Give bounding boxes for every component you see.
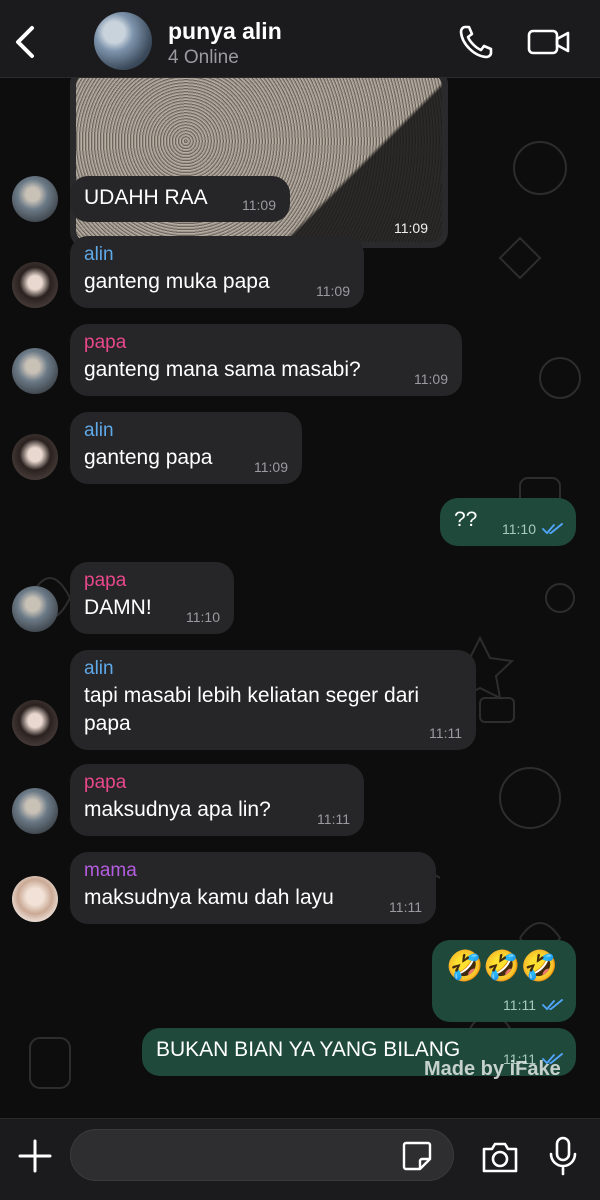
message-bubble[interactable]: alin ganteng papa 11:09 [70,412,302,484]
message-input[interactable] [70,1129,454,1181]
sender-name[interactable]: alin [84,244,350,266]
group-avatar[interactable] [94,12,152,70]
message-time: 11:09 [254,459,288,475]
double-check-icon [542,523,563,535]
chat-header: punya alin 4 Online [0,0,600,78]
sender-name[interactable]: mama [84,860,422,882]
sender-avatar[interactable] [12,262,58,308]
video-call-icon[interactable] [526,22,572,62]
sender-avatar[interactable] [12,434,58,480]
sender-avatar[interactable] [12,586,58,632]
message-bubble-outgoing[interactable]: ?? 11:10 [440,498,576,546]
message-time: 11:10 [502,521,536,537]
message-bubble[interactable]: papa ganteng mana sama masabi? 11:09 [70,324,462,396]
sender-avatar[interactable] [12,788,58,834]
chat-area[interactable]: 11:09 UDAHH RAA 11:09 alin ganteng muka … [0,78,600,1118]
message-bubble[interactable]: papa DAMN! 11:10 [70,562,234,634]
back-chevron-icon[interactable] [10,22,44,62]
image-message[interactable]: 11:09 [70,78,448,248]
message-bubble-outgoing[interactable]: 🤣🤣🤣 11:11 [432,940,576,1022]
message-text: maksudnya apa lin? [84,798,271,821]
sender-name[interactable]: alin [84,420,288,442]
message-time: 11:09 [394,220,428,236]
message-text: 🤣🤣🤣 [446,950,559,983]
sender-avatar[interactable] [12,348,58,394]
chat-title[interactable]: punya alin [168,18,282,45]
message-time: 11:11 [389,899,422,915]
camera-icon[interactable] [480,1139,520,1175]
sender-name[interactable]: papa [84,772,350,794]
message-bubble[interactable]: UDAHH RAA 11:09 [70,176,290,222]
message-text: ganteng muka papa [84,270,270,293]
microphone-icon[interactable] [546,1135,580,1177]
sender-name[interactable]: papa [84,570,220,592]
composer-bar [0,1118,600,1200]
sender-avatar[interactable] [12,876,58,922]
message-bubble[interactable]: alin ganteng muka papa 11:09 [70,236,364,308]
watermark: Made by iFake [424,1058,561,1080]
message-text: tapi masabi lebih keliatan seger dari pa… [84,684,420,735]
sender-name[interactable]: alin [84,658,462,680]
message-bubble[interactable]: papa maksudnya apa lin? 11:11 [70,764,364,836]
message-text: maksudnya kamu dah layu [84,886,334,909]
message-time: 11:09 [242,197,276,213]
sender-avatar[interactable] [12,700,58,746]
message-time: 11:09 [316,283,350,299]
plus-icon[interactable] [16,1137,54,1175]
message-time: 11:10 [186,609,220,625]
message-time: 11:11 [503,997,536,1013]
message-bubble[interactable]: alin tapi masabi lebih keliatan seger da… [70,650,476,750]
message-bubble[interactable]: mama maksudnya kamu dah layu 11:11 [70,852,436,924]
double-check-icon [542,999,563,1011]
message-time: 11:09 [414,371,448,387]
sender-name[interactable]: papa [84,332,448,354]
chat-online-status: 4 Online [168,47,239,68]
sticker-icon[interactable] [400,1139,434,1173]
message-time: 11:11 [429,725,462,741]
phone-icon[interactable] [456,22,496,62]
message-text: ganteng mana sama masabi? [84,358,361,381]
sender-avatar[interactable] [12,176,58,222]
message-time: 11:11 [317,811,350,827]
